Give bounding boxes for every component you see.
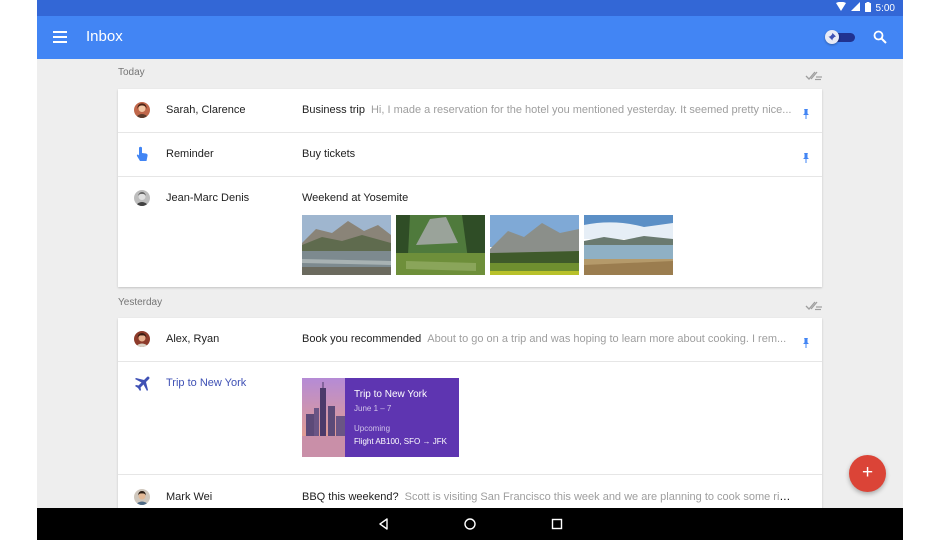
yesterday-card: Alex, Ryan Book you recommended About to … (118, 318, 822, 518)
list-item[interactable]: Sarah, Clarence Business trip Hi, I made … (118, 89, 822, 133)
message-preview: Business trip Hi, I made a reservation fo… (302, 104, 792, 116)
back-icon[interactable] (376, 516, 392, 532)
pin-icon[interactable] (802, 106, 810, 119)
photo-thumbnail[interactable] (302, 215, 391, 275)
list-item[interactable]: Trip to New York Trip to New York June 1… (118, 362, 822, 475)
list-item[interactable]: Alex, Ryan Book you recommended About to … (118, 318, 822, 362)
sweep-icon[interactable] (805, 68, 823, 81)
search-icon[interactable] (873, 30, 887, 44)
snippet: Hi, I made a reservation for the hotel y… (370, 104, 792, 116)
trip-title: Trip to New York (166, 377, 247, 389)
avatar (134, 489, 150, 505)
sweep-icon[interactable] (805, 298, 823, 311)
photo-thumbnail[interactable] (584, 215, 673, 275)
photo-thumbnail[interactable] (490, 215, 579, 275)
snippet: About to go on a trip and was hoping to … (427, 333, 787, 345)
avatar (134, 190, 150, 206)
menu-icon[interactable] (53, 31, 67, 43)
today-card: Sarah, Clarence Business trip Hi, I made … (118, 89, 822, 287)
snippet: Scott is visiting San Francisco this wee… (404, 491, 792, 503)
trip-card[interactable]: Trip to New York June 1 – 7 Upcoming Fli… (302, 378, 459, 457)
reminder-icon (134, 146, 150, 162)
pin-icon[interactable] (802, 150, 810, 163)
compose-button[interactable]: + (849, 455, 886, 492)
app-bar: Inbox (37, 16, 903, 59)
section-label-yesterday: Yesterday (118, 297, 163, 308)
avatar (134, 102, 150, 118)
trip-status: Upcoming (354, 424, 391, 433)
subject: Book you recommended (302, 333, 422, 345)
photo-strip (302, 215, 673, 275)
message-preview: Weekend at Yosemite (302, 192, 792, 204)
sender-name: Sarah, Clarence (166, 104, 246, 116)
battery-icon (864, 1, 871, 15)
navigation-bar (37, 508, 903, 540)
pin-icon[interactable] (802, 335, 810, 348)
subject: Buy tickets (302, 148, 356, 160)
sender-name: Mark Wei (166, 491, 213, 503)
page-title: Inbox (86, 28, 123, 45)
list-item[interactable]: Jean-Marc Denis Weekend at Yosemite (118, 177, 822, 287)
avatar (134, 331, 150, 347)
sender-name: Jean-Marc Denis (166, 192, 250, 204)
trip-card-title: Trip to New York (354, 389, 427, 400)
photo-thumbnail[interactable] (396, 215, 485, 275)
trip-dates: June 1 – 7 (354, 404, 392, 413)
message-preview: BBQ this weekend? Scott is visiting San F… (302, 491, 792, 503)
wifi-icon (835, 1, 846, 14)
subject: BBQ this weekend? (302, 491, 399, 503)
signal-icon (850, 2, 860, 14)
trip-flight: Flight AB100, SFO → JFK (354, 437, 447, 446)
sender-name: Alex, Ryan (166, 333, 220, 345)
plus-icon: + (861, 462, 874, 483)
status-bar: 5:00 (37, 0, 903, 16)
home-icon[interactable] (462, 516, 478, 532)
pin-toggle[interactable] (825, 30, 855, 44)
subject: Weekend at Yosemite (302, 192, 409, 204)
list-item[interactable]: Reminder Buy tickets (118, 133, 822, 177)
status-time: 5:00 (875, 2, 895, 14)
message-preview: Buy tickets (302, 148, 792, 160)
message-preview: Book you recommended About to go on a tri… (302, 333, 792, 345)
flight-icon (134, 376, 150, 392)
inbox-screen: 5:00 Inbox Today Sarah, Clarence Busines… (37, 0, 903, 540)
section-label-today: Today (118, 67, 145, 78)
city-skyline-image (302, 378, 345, 457)
sender-name: Reminder (166, 148, 214, 160)
recents-icon[interactable] (549, 516, 565, 532)
subject: Business trip (302, 104, 365, 116)
